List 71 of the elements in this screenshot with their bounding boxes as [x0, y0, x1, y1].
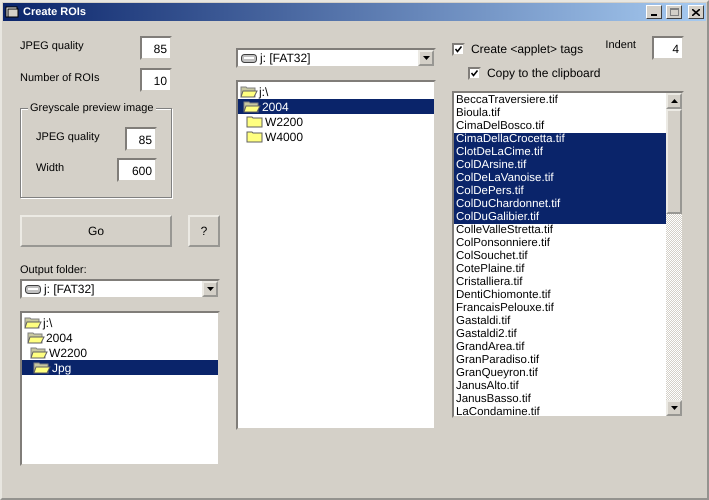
minimize-button[interactable]	[646, 5, 662, 19]
file-item[interactable]: JanusAlto.tif	[454, 380, 666, 393]
number-field[interactable]: 600	[117, 158, 157, 182]
go-button[interactable]: Go	[20, 215, 172, 247]
scroll-up-icon	[670, 99, 678, 103]
number-field[interactable]: 85	[140, 36, 172, 60]
check-icon	[471, 70, 478, 76]
drive-icon	[241, 54, 257, 62]
field-label: JPEG quality	[36, 131, 100, 143]
maximize-icon	[670, 8, 678, 16]
checkbox[interactable]	[452, 42, 465, 56]
tree-item[interactable]: 2004	[238, 99, 434, 114]
tree-item[interactable]: j:\	[238, 84, 434, 99]
tree-item[interactable]: j:\	[22, 315, 218, 330]
file-item[interactable]: CimaDellaCrocetta.tif	[454, 133, 666, 146]
file-item[interactable]: FrancaisPelouxe.tif	[454, 302, 666, 315]
close-button[interactable]	[688, 5, 704, 19]
file-item[interactable]: ColleValleStretta.tif	[454, 224, 666, 237]
file-item[interactable]: Cristalliera.tif	[454, 276, 666, 289]
number-field[interactable]: 4	[652, 36, 684, 60]
app-icon	[5, 6, 19, 18]
maximize-button[interactable]	[666, 5, 682, 19]
field-label: Number of ROIs	[20, 72, 100, 84]
file-item[interactable]: ColDePers.tif	[454, 185, 666, 198]
window-title: Create ROIs	[23, 6, 87, 18]
file-item[interactable]: JanusBasso.tif	[454, 393, 666, 406]
file-item[interactable]: Bioula.tif	[454, 107, 666, 120]
scrollbar[interactable]	[666, 93, 682, 416]
file-item[interactable]: Gastaldi2.tif	[454, 328, 666, 341]
group-title: Greyscale preview image	[28, 102, 156, 114]
number-field[interactable]: 85	[125, 127, 157, 151]
scroll-down-icon	[670, 406, 678, 410]
tree-item[interactable]: Jpg	[22, 360, 218, 375]
file-item[interactable]: DentiChiomonte.tif	[454, 289, 666, 302]
caret-icon	[422, 56, 430, 60]
file-item[interactable]: ColPonsonniere.tif	[454, 237, 666, 250]
check-icon	[455, 46, 462, 52]
file-item[interactable]: Gastaldi.tif	[454, 315, 666, 328]
help-button[interactable]: ?	[188, 215, 220, 247]
field-label: JPEG quality	[20, 40, 84, 52]
tree-item[interactable]: W2200	[22, 345, 218, 360]
tree-item[interactable]: W4000	[238, 129, 434, 144]
number-field[interactable]: 10	[140, 68, 172, 92]
drive-icon	[25, 284, 41, 294]
file-item[interactable]: ColSouchet.tif	[454, 250, 666, 263]
file-item[interactable]: LaCondamine.tif	[454, 406, 666, 416]
file-item[interactable]: GranParadiso.tif	[454, 354, 666, 367]
dropdown-button[interactable]	[418, 50, 434, 66]
file-item[interactable]: ColDeLaVanoise.tif	[454, 172, 666, 185]
file-item[interactable]: ColDuChardonnet.tif	[454, 198, 666, 211]
file-item[interactable]: ClotDeLaCime.tif	[454, 146, 666, 159]
file-item[interactable]: BeccaTraversiere.tif	[454, 94, 666, 107]
file-item[interactable]: CimaDelBosco.tif	[454, 120, 666, 133]
file-item[interactable]: GrandArea.tif	[454, 341, 666, 354]
checkbox[interactable]	[468, 66, 481, 80]
dropdown-button[interactable]	[202, 281, 218, 297]
caret-icon	[206, 287, 214, 291]
checkbox-label: Copy to the clipboard	[487, 66, 600, 80]
file-item[interactable]: CotePlaine.tif	[454, 263, 666, 276]
tree-item[interactable]: 2004	[22, 330, 218, 345]
drive-dropdown[interactable]: j: [FAT32]	[20, 279, 220, 299]
field-label: Indent	[605, 39, 636, 51]
file-item[interactable]: GranQueyron.tif	[454, 367, 666, 380]
file-item[interactable]: ColDArsine.tif	[454, 159, 666, 172]
field-label: Output folder:	[20, 264, 88, 276]
close-icon	[692, 8, 700, 16]
file-item[interactable]: ColDuGalibier.tif	[454, 211, 666, 224]
drive-dropdown[interactable]: j: [FAT32]	[236, 48, 436, 68]
field-label: Width	[36, 162, 64, 174]
checkbox-label: Create <applet> tags	[471, 42, 584, 56]
tree-item[interactable]: W2200	[238, 114, 434, 129]
